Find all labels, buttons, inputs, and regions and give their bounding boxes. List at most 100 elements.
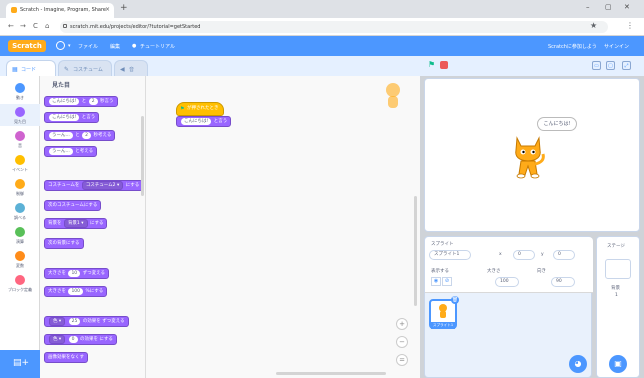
category-dot-icon	[15, 227, 25, 237]
block-dpill[interactable]: 色 ▾	[49, 317, 66, 326]
block-pill[interactable]: うーん...	[49, 132, 73, 139]
sprite-thumbnail[interactable]: スプライト1 🗑	[429, 296, 459, 329]
y-input[interactable]: 0	[553, 250, 575, 260]
zoom-reset-button[interactable]: =	[396, 354, 408, 366]
signin-link[interactable]: サインイン	[604, 43, 629, 50]
code-area[interactable]: ⚑ が押されたとき こんにちは! と言う + − =	[146, 76, 420, 378]
direction-input[interactable]: 90	[551, 277, 575, 287]
menu-file[interactable]: ファイル	[78, 43, 98, 50]
palette-block-5[interactable]: 次のコスチュームにする	[44, 200, 102, 211]
menu-edit[interactable]: 編集	[110, 43, 120, 50]
category-4[interactable]: 制御	[0, 176, 40, 198]
category-5[interactable]: 調べる	[0, 200, 40, 222]
x-input[interactable]: 0	[513, 250, 535, 260]
tab-code[interactable]: ▦ コード	[6, 60, 56, 76]
palette-block-3[interactable]: うーん... と考える	[44, 146, 98, 157]
category-8[interactable]: ブロック定義	[0, 272, 40, 294]
block-post: %にする	[85, 289, 104, 294]
add-extension-button[interactable]: ▤+	[0, 350, 40, 378]
palette-block-0[interactable]: こんにちは! と 2 秒言う	[44, 96, 118, 107]
reload-icon[interactable]: C	[33, 22, 38, 30]
url-input[interactable]: scratch.mit.edu/projects/editor/?tutoria…	[60, 21, 608, 33]
palette-block-6[interactable]: 背景を 背景1 ▾ にする	[44, 218, 108, 229]
category-1[interactable]: 見た目	[0, 104, 40, 126]
menu-tutorials[interactable]: チュートリアル	[140, 43, 175, 50]
zoom-in-button[interactable]: +	[396, 318, 408, 330]
block-pill[interactable]: こんにちは!	[49, 114, 80, 121]
sprite-name-input[interactable]: スプライト1	[429, 250, 471, 260]
block-mid: と考える	[75, 149, 94, 154]
tab-costumes[interactable]: ✎ コスチューム	[58, 60, 112, 76]
block-pill[interactable]: うーん...	[49, 148, 73, 155]
category-7[interactable]: 変数	[0, 248, 40, 270]
fullscreen-icon[interactable]: ⤢	[622, 61, 631, 70]
scratch-logo[interactable]: Scratch	[8, 40, 46, 52]
large-stage-icon[interactable]: ▢	[606, 61, 615, 70]
url-text: scratch.mit.edu/projects/editor/?tutoria…	[70, 24, 201, 30]
hide-eye-icon[interactable]: ⊘	[442, 277, 452, 286]
category-6[interactable]: 演算	[0, 224, 40, 246]
say-block[interactable]: こんにちは! と言う	[176, 116, 232, 127]
block-pill2[interactable]: 2	[82, 132, 92, 139]
block-dpill[interactable]: コスチューム2 ▾	[81, 181, 124, 190]
maximize-button[interactable]: ▢	[605, 3, 612, 11]
small-stage-icon[interactable]: ▭	[592, 61, 601, 70]
forward-arrow-icon[interactable]: →	[20, 22, 26, 30]
close-window-button[interactable]: ✕	[624, 3, 630, 11]
block-mid: と言う	[81, 115, 96, 120]
palette-block-2[interactable]: うーん... と 2 秒考える	[44, 130, 116, 141]
palette-scrollbar[interactable]	[141, 116, 144, 196]
scratch-cat-sprite[interactable]	[509, 134, 547, 182]
code-horizontal-scrollbar[interactable]	[276, 372, 386, 375]
stage-thumbnail[interactable]	[605, 259, 631, 279]
category-3[interactable]: イベント	[0, 152, 40, 174]
delete-sprite-icon[interactable]: 🗑	[451, 296, 459, 304]
block-palette: 見た目 こんにちは! と 2 秒言う こんにちは! と言う うーん... と 2…	[40, 76, 146, 378]
back-arrow-icon[interactable]: ←	[8, 22, 14, 30]
add-backdrop-button[interactable]: ▣	[609, 355, 627, 373]
browser-tab[interactable]: Scratch - Imagine, Program, Share ×	[6, 3, 114, 18]
palette-block-12[interactable]: 画像効果をなくす	[44, 352, 88, 363]
block-pill[interactable]: こんにちは!	[49, 98, 80, 105]
category-0[interactable]: 動き	[0, 80, 40, 102]
size-input[interactable]: 100	[495, 277, 519, 287]
palette-block-11[interactable]: 色 ▾ 0 の効果を にする	[44, 334, 117, 345]
screen: Scratch - Imagine, Program, Share × + – …	[0, 0, 644, 378]
palette-block-1[interactable]: こんにちは! と言う	[44, 112, 100, 123]
stop-icon[interactable]	[440, 61, 448, 69]
block-pill[interactable]: 10	[68, 270, 81, 277]
block-pre: 大きさを	[48, 271, 66, 276]
language-globe-icon[interactable]	[56, 41, 65, 50]
tab-close-icon[interactable]: ×	[105, 6, 110, 13]
browser-menu-icon[interactable]: ⋮	[626, 21, 634, 30]
category-2[interactable]: 音	[0, 128, 40, 150]
minimize-button[interactable]: –	[586, 3, 590, 11]
say-text-pill[interactable]: こんにちは!	[181, 118, 212, 125]
palette-block-9[interactable]: 大きさを 100 %にする	[44, 286, 108, 297]
add-sprite-button[interactable]: ◕	[569, 355, 587, 373]
direction-label: 向き	[537, 269, 546, 274]
code-vertical-scrollbar[interactable]	[414, 196, 417, 306]
palette-block-4[interactable]: コスチュームを コスチューム2 ▾ にする	[44, 180, 144, 191]
home-icon[interactable]: ⌂	[45, 22, 49, 30]
palette-block-8[interactable]: 大きさを 10 ずつ変える	[44, 268, 109, 279]
x-icon: x	[499, 252, 502, 257]
join-scratch-link[interactable]: Scratchに参加しよう	[548, 43, 597, 50]
zoom-out-button[interactable]: −	[396, 336, 408, 348]
stage[interactable]: こんにちは!	[424, 78, 640, 232]
new-tab-button[interactable]: +	[120, 3, 128, 13]
block-pill2[interactable]: 2	[88, 98, 98, 105]
stage-selector[interactable]: ステージ 背景 1 ▣	[596, 236, 640, 378]
palette-block-7[interactable]: 次の背景にする	[44, 238, 84, 249]
when-flag-clicked-block[interactable]: ⚑ が押されたとき	[176, 102, 224, 116]
block-dpill[interactable]: 背景1 ▾	[63, 219, 88, 228]
green-flag-icon[interactable]: ⚑	[428, 61, 436, 69]
block-pill[interactable]: 100	[68, 288, 84, 295]
block-dpill[interactable]: 色 ▾	[49, 335, 66, 344]
block-pill[interactable]: 25	[68, 318, 81, 325]
bookmark-star-icon[interactable]: ★	[590, 21, 597, 30]
tab-sounds[interactable]: ◀ 音	[114, 60, 148, 76]
show-eye-icon[interactable]: ◉	[431, 277, 441, 286]
block-pill[interactable]: 0	[68, 336, 78, 343]
palette-block-10[interactable]: 色 ▾ 25 の効果を ずつ変える	[44, 316, 129, 327]
